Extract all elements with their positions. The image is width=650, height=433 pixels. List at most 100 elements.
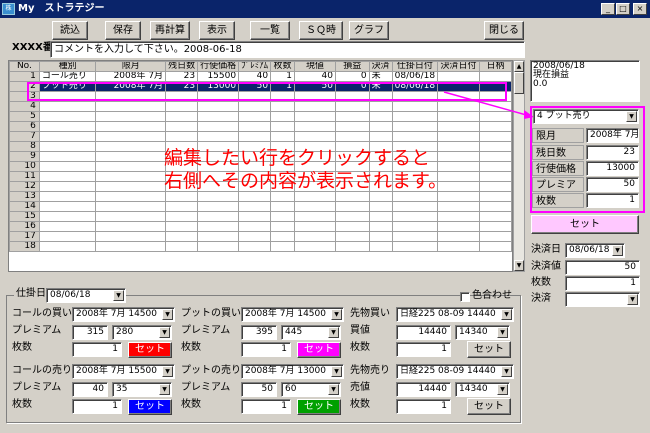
grid-cell-empty[interactable] [95,231,167,242]
fb-set-button[interactable]: セット [467,341,511,358]
grid-cell-empty[interactable] [197,231,240,242]
grid-cell-empty[interactable] [238,211,272,222]
table-row[interactable]: 15 [9,211,512,222]
grid-cell-empty[interactable] [38,161,97,172]
grid-cell-empty[interactable] [270,191,295,202]
grid-cell-empty[interactable] [38,191,97,202]
grid-cell-empty[interactable] [334,211,370,222]
grid-cell-empty[interactable] [391,241,439,252]
chevron-down-icon[interactable]: ▼ [159,327,170,338]
grid-cell-empty[interactable] [368,111,393,122]
chevron-down-icon[interactable]: ▼ [162,366,173,377]
grid-cell-empty[interactable] [38,211,97,222]
pb-qty-field[interactable]: 1 [241,342,291,357]
grid-cell-empty[interactable] [165,211,199,222]
recalc-button[interactable]: 再計算 [150,21,190,40]
cs-set-button[interactable]: セット [128,399,172,415]
chevron-down-icon[interactable]: ▼ [331,309,342,320]
grid-cell-empty[interactable] [95,181,167,192]
grid-cell-empty[interactable] [334,231,370,242]
scroll-down-icon[interactable]: ▼ [514,260,524,271]
grid-cell-empty[interactable] [334,111,370,122]
edit-set-button[interactable]: セット [531,215,639,234]
grid-cell-empty[interactable] [478,181,512,192]
scroll-up-icon[interactable]: ▲ [514,61,524,72]
grid-cell-empty[interactable] [38,111,97,122]
chevron-down-icon[interactable]: ▼ [159,384,170,395]
save-button[interactable]: 保存 [105,21,141,40]
grid-cell-empty[interactable] [368,191,393,202]
grid-cell-empty[interactable] [293,231,336,242]
grid-cell-empty[interactable] [95,151,167,162]
grid-cell-empty[interactable] [38,201,97,212]
pb-prem-field[interactable]: 395 [241,325,277,340]
grid-cell-empty[interactable] [437,141,480,152]
fs-set-button[interactable]: セット [467,398,511,415]
cb-month-select[interactable]: 2008年 7月 14500 ▼ [72,307,175,322]
close-window-button[interactable]: × [633,3,647,15]
grid-cell-empty[interactable] [197,101,240,112]
grid-cell-empty[interactable] [270,111,295,122]
grid-cell-empty[interactable] [38,121,97,132]
grid-cell-empty[interactable] [368,201,393,212]
grid-cell-empty[interactable] [437,191,480,202]
grid-cell-empty[interactable] [238,101,272,112]
grid-cell-empty[interactable] [165,131,199,142]
grid-cell-empty[interactable] [270,211,295,222]
grid-cell-empty[interactable] [38,131,97,142]
month-field[interactable]: 2008年 7月 [586,128,639,143]
graph-button[interactable]: グラフ [349,21,389,40]
grid-cell-empty[interactable] [391,131,439,142]
grid-cell-empty[interactable] [197,221,240,232]
chevron-down-icon[interactable]: ▼ [331,366,342,377]
fb-qty-field[interactable]: 1 [396,342,451,357]
grid-cell-empty[interactable] [437,131,480,142]
grid-cell-empty[interactable] [478,211,512,222]
grid-cell-cur[interactable]: 40 [293,71,336,82]
grid-cell-empty[interactable] [165,121,199,132]
fb-month-select[interactable]: 日経225 08-09 14440 ▼ [396,307,514,322]
grid-cell-empty[interactable] [197,131,240,142]
grid-cell-empty[interactable] [368,211,393,222]
grid-cell-date[interactable]: 08/06/18 [391,71,439,82]
grid-cell-qty[interactable]: 1 [270,71,295,82]
grid-cell-empty[interactable] [334,221,370,232]
grid-cell-empty[interactable] [238,201,272,212]
grid-cell-empty[interactable] [197,121,240,132]
grid-cell-empty[interactable] [293,201,336,212]
cb-prem-field[interactable]: 315 [72,325,108,340]
grid-cell-empty[interactable] [95,141,167,152]
grid-cell-empty[interactable] [38,221,97,232]
chevron-down-icon[interactable]: ▼ [162,309,173,320]
chevron-down-icon[interactable]: ▼ [612,245,623,256]
grid-cell-empty[interactable] [38,101,97,112]
grid-cell-empty[interactable] [478,161,512,172]
grid-cell-empty[interactable] [165,101,199,112]
close-button[interactable]: 閉じる [484,21,524,40]
grid-cell-empty[interactable] [437,231,480,242]
ps-prem2-select[interactable]: 60 ▼ [281,382,341,397]
table-row[interactable]: 7 [9,131,512,142]
days-field[interactable]: 23 [586,145,639,160]
grid-cell-days[interactable]: 23 [165,71,199,82]
grid-cell-empty[interactable] [478,191,512,202]
grid-cell-empty[interactable] [95,191,167,202]
maximize-button[interactable]: □ [616,3,630,15]
grid-cell-month[interactable]: 2008年 7月 [95,71,167,82]
cs-qty-field[interactable]: 1 [72,399,122,414]
grid-cell-strike[interactable]: 15500 [197,71,240,82]
grid-cell-empty[interactable] [95,131,167,142]
grid-cell-empty[interactable] [368,131,393,142]
table-row[interactable]: 14 [9,201,512,212]
grid-cell-empty[interactable] [293,211,336,222]
fs-qty-field[interactable]: 1 [396,399,451,414]
grid-cell-empty[interactable] [197,191,240,202]
grid-cell-empty[interactable] [197,111,240,122]
grid-cell-empty[interactable] [293,221,336,232]
grid-cell-empty[interactable] [293,191,336,202]
grid-cell-empty[interactable] [391,101,439,112]
chevron-down-icon[interactable]: ▼ [328,327,339,338]
cs-prem2-select[interactable]: 35 ▼ [112,382,172,397]
grid-cell-empty[interactable] [270,131,295,142]
grid-cell-empty[interactable] [197,241,240,252]
